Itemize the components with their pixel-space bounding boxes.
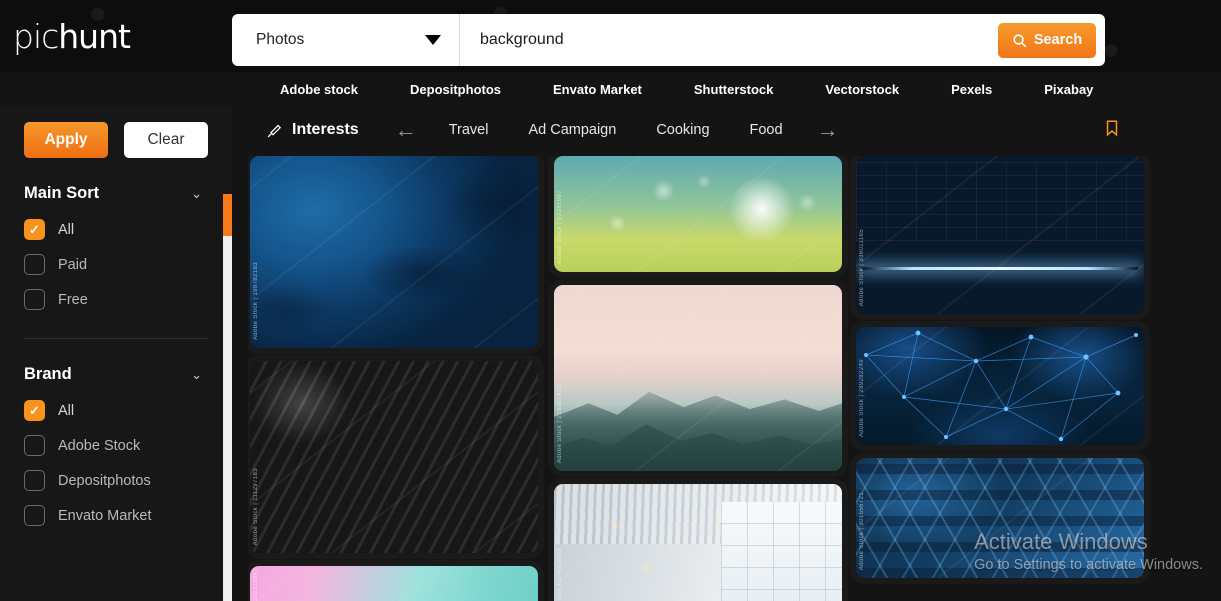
image-thumbnail xyxy=(856,156,1144,314)
apply-button[interactable]: Apply xyxy=(24,122,108,158)
filter-option-label: All xyxy=(58,221,75,238)
checkbox-icon[interactable] xyxy=(24,400,45,421)
interest-chip-ad-campaign[interactable]: Ad Campaign xyxy=(508,122,636,138)
filter-options-main-sort: All Paid Free xyxy=(24,219,208,310)
brand-option-label: Depositphotos xyxy=(58,472,151,489)
provider-link-6[interactable]: Pixabay xyxy=(1018,82,1119,97)
image-tile[interactable]: Adobe Stock | 302118847 xyxy=(250,566,538,601)
provider-link-4[interactable]: Vectorstock xyxy=(799,82,925,97)
image-tile[interactable]: Adobe Stock | 336011165 xyxy=(856,156,1144,314)
image-thumbnail xyxy=(554,484,842,601)
image-thumbnail xyxy=(554,285,842,471)
image-thumbnail xyxy=(250,566,538,601)
app-header: pichunt Photos Search xyxy=(0,0,1221,72)
brand-option-depositphotos[interactable]: Depositphotos xyxy=(24,470,208,491)
search-input[interactable] xyxy=(460,15,998,65)
interests-prev-arrow[interactable]: ← xyxy=(395,119,417,141)
search-icon xyxy=(1013,33,1027,47)
checkbox-icon[interactable] xyxy=(24,254,45,275)
sidebar-scrollbar-thumb[interactable] xyxy=(223,194,232,236)
provider-link-2[interactable]: Envato Market xyxy=(527,82,668,97)
filter-group-title-main-sort: Main Sort xyxy=(24,184,100,202)
brand-option-envato-market[interactable]: Envato Market xyxy=(24,505,208,526)
search-bar: Photos Search xyxy=(232,14,1105,66)
image-thumbnail xyxy=(554,156,842,272)
gallery-column-2: Adobe Stock | 92181897 Adobe Stock | 218… xyxy=(554,156,842,601)
brand-option-label: Adobe Stock xyxy=(58,437,141,454)
provider-nav: Adobe stock Depositphotos Envato Market … xyxy=(0,74,1221,104)
brand-option-label: All xyxy=(58,402,75,419)
provider-link-3[interactable]: Shutterstock xyxy=(668,82,799,97)
interests-title: Interests xyxy=(266,121,359,139)
filter-option-all[interactable]: All xyxy=(24,219,208,240)
gallery-column-3: Adobe Stock | 336011165 Adobe Stock | 28… xyxy=(856,156,1144,591)
interest-chip-cooking[interactable]: Cooking xyxy=(636,122,729,138)
gallery-column-1: Adobe Stock | 199782183 Adobe Stock | 11… xyxy=(250,156,538,601)
logo-text-part2: hunt xyxy=(58,17,131,56)
chevron-down-icon xyxy=(425,35,441,45)
filter-options-brand: All Adobe Stock Depositphotos Envato Mar… xyxy=(24,400,208,526)
checkbox-icon[interactable] xyxy=(24,505,45,526)
clear-button[interactable]: Clear xyxy=(124,122,208,158)
interest-chip-travel[interactable]: Travel xyxy=(429,122,509,138)
filter-actions: Apply Clear xyxy=(24,106,208,158)
image-results-grid: Adobe Stock | 199782183 Adobe Stock | 11… xyxy=(248,156,1221,601)
app-logo[interactable]: pichunt xyxy=(13,17,131,56)
category-select[interactable]: Photos xyxy=(232,14,460,66)
filter-group-brand: Brand ⌄ All Adobe Stock Depositphotos En… xyxy=(24,338,208,526)
bookmark-button[interactable] xyxy=(1103,117,1121,144)
image-tile[interactable]: Adobe Stock | 274519983 xyxy=(554,484,842,601)
filter-group-header-main-sort[interactable]: Main Sort ⌄ xyxy=(24,184,208,203)
filter-group-main-sort: Main Sort ⌄ All Paid Free xyxy=(24,158,208,310)
image-thumbnail xyxy=(250,156,538,348)
checkbox-icon[interactable] xyxy=(24,289,45,310)
interest-chip-food[interactable]: Food xyxy=(730,122,803,138)
plexus-graphic xyxy=(864,330,1138,442)
provider-link-5[interactable]: Pexels xyxy=(925,82,1018,97)
provider-link-1[interactable]: Depositphotos xyxy=(384,82,527,97)
provider-link-0[interactable]: Adobe stock xyxy=(254,82,384,97)
interests-chip-list: Travel Ad Campaign Cooking Food xyxy=(429,122,803,138)
brand-option-adobe-stock[interactable]: Adobe Stock xyxy=(24,435,208,456)
logo-text-part1: pic xyxy=(13,17,59,56)
image-tile[interactable]: Adobe Stock | 218921413 xyxy=(554,285,842,471)
filter-option-paid[interactable]: Paid xyxy=(24,254,208,275)
filter-group-title-brand: Brand xyxy=(24,365,72,383)
sidebar-scrollbar-track[interactable] xyxy=(223,194,232,601)
chevron-down-icon: ⌄ xyxy=(191,185,202,201)
filter-option-label: Free xyxy=(58,291,88,308)
brand-option-all[interactable]: All xyxy=(24,400,208,421)
brand-option-label: Envato Market xyxy=(58,507,152,524)
image-thumbnail xyxy=(250,361,538,553)
image-tile[interactable]: Adobe Stock | 289282249 xyxy=(856,327,1144,445)
checkbox-icon[interactable] xyxy=(24,435,45,456)
image-tile[interactable]: Adobe Stock | 92181897 xyxy=(554,156,842,272)
checkbox-icon[interactable] xyxy=(24,470,45,491)
interests-label-text: Interests xyxy=(292,121,359,138)
chevron-down-icon: ⌄ xyxy=(191,366,202,382)
bookmark-icon xyxy=(1106,120,1118,136)
image-tile[interactable]: Adobe Stock | 199782183 xyxy=(250,156,538,348)
interests-next-arrow[interactable]: → xyxy=(817,119,839,141)
checkbox-icon[interactable] xyxy=(24,219,45,240)
filter-sidebar: Apply Clear Main Sort ⌄ All Paid Free Br… xyxy=(0,106,232,601)
interests-bar: Interests ← Travel Ad Campaign Cooking F… xyxy=(248,106,1221,154)
filter-option-label: Paid xyxy=(58,256,88,273)
filter-group-header-brand[interactable]: Brand ⌄ xyxy=(24,365,208,384)
search-button[interactable]: Search xyxy=(998,22,1096,58)
image-thumbnail xyxy=(856,327,1144,445)
image-thumbnail xyxy=(856,458,1144,578)
category-select-value: Photos xyxy=(256,31,305,48)
tag-icon xyxy=(267,124,282,137)
image-tile[interactable]: Adobe Stock | 301556721 xyxy=(856,458,1144,578)
filter-option-free[interactable]: Free xyxy=(24,289,208,310)
search-button-label: Search xyxy=(1033,32,1083,48)
image-tile[interactable]: Adobe Stock | 111297183 xyxy=(250,361,538,553)
